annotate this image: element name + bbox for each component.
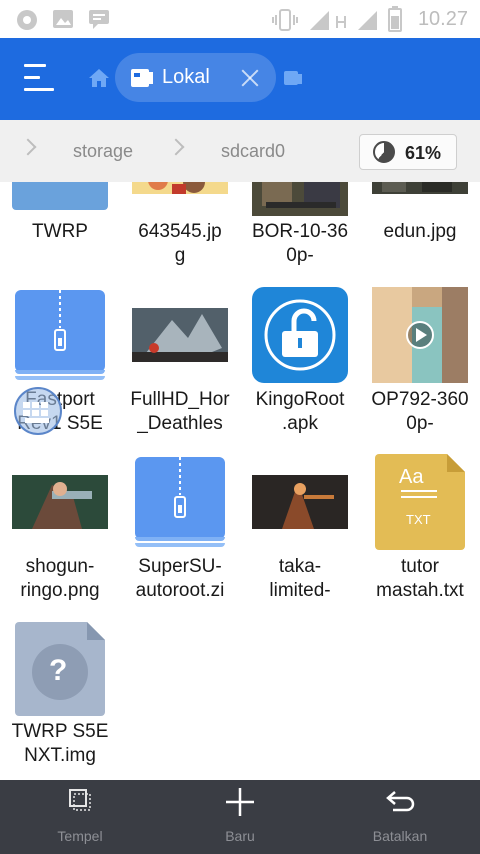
cancel-label: Batalkan	[372, 828, 428, 844]
status-time: 10.27	[417, 8, 468, 30]
unknown-file-icon: ?	[15, 622, 105, 716]
file-name-line: KingoRoot	[255, 389, 345, 410]
file-name-line: taka-	[278, 556, 322, 577]
app-bar: Lokal	[0, 38, 480, 120]
kingoroot-app-icon	[252, 287, 348, 383]
file-grid: TWRP 643545.jp g BOR-10-36 0p- edun.jpg …	[0, 182, 480, 780]
tab-label: Lokal	[162, 66, 210, 88]
undo-icon	[386, 791, 415, 812]
file-name-line: limited-	[269, 580, 331, 601]
file-item-op792[interactable]: OP792-360 0p-	[360, 287, 480, 440]
image-thumbnail	[252, 475, 348, 529]
txt-icon-label: TXT	[406, 512, 431, 527]
file-name-line: FullHD_Hor	[130, 389, 230, 410]
file-item-edun[interactable]: edun.jpg	[360, 182, 480, 252]
vibrate-icon	[272, 9, 298, 31]
tab-lokal[interactable]: Lokal	[115, 53, 276, 102]
pie-chart-icon	[373, 141, 395, 163]
file-item-twrp-img[interactable]: ? TWRP S5E NXT.img	[0, 622, 120, 772]
file-name-line: ringo.png	[20, 580, 100, 601]
file-item-fastport[interactable]: Fastport Rev1 S5E	[0, 290, 120, 440]
breadcrumb: storage sdcard0 61%	[0, 120, 480, 182]
chevron-right-icon	[167, 138, 185, 156]
zip-file-icon	[135, 457, 225, 547]
close-icon[interactable]	[239, 67, 261, 89]
paste-icon	[69, 789, 91, 811]
file-name: edun.jpg	[383, 221, 457, 242]
file-item-kingoroot[interactable]: KingoRoot .apk	[240, 287, 360, 440]
breadcrumb-item-storage[interactable]: storage	[73, 141, 133, 162]
file-item-twrp-folder[interactable]: TWRP	[0, 182, 120, 252]
file-name-line: autoroot.zi	[135, 580, 225, 601]
zip-file-icon	[15, 290, 105, 380]
file-name-line: 0p-	[286, 245, 314, 266]
image-thumbnail	[132, 308, 228, 362]
plus-icon	[226, 788, 254, 816]
chat-icon	[89, 10, 109, 29]
status-bar: 10.27	[0, 0, 480, 38]
image-thumbnail	[372, 182, 468, 194]
hamburger-menu-icon[interactable]	[24, 64, 54, 92]
battery-icon	[388, 6, 402, 32]
file-name-line: BOR-10-36	[251, 221, 349, 242]
image-thumbnail	[132, 182, 228, 194]
cancel-button[interactable]: Batalkan	[320, 780, 480, 854]
paste-label: Tempel	[57, 828, 103, 844]
file-item-supersu[interactable]: SuperSU- autoroot.zi	[120, 457, 240, 607]
tab-icon[interactable]	[284, 71, 302, 87]
file-name: TWRP	[32, 221, 88, 242]
file-item-bor[interactable]: BOR-10-36 0p-	[240, 182, 360, 272]
file-name-line: .apk	[282, 413, 318, 434]
breadcrumb-item-sdcard0[interactable]: sdcard0	[221, 141, 285, 162]
home-icon[interactable]	[89, 69, 109, 87]
file-name-line: mastah.txt	[376, 580, 464, 601]
file-name-line: SuperSU-	[138, 556, 222, 577]
file-item-taka[interactable]: taka- limited-	[240, 457, 360, 607]
file-name-line: g	[174, 245, 186, 266]
paste-button[interactable]: Tempel	[0, 780, 160, 854]
video-thumbnail	[252, 182, 348, 216]
keyboard-overlay-icon	[14, 387, 62, 435]
file-name-line: NXT.img	[24, 745, 96, 766]
file-name-line: shogun-	[25, 556, 95, 577]
image-icon	[53, 10, 73, 28]
folder-icon	[12, 182, 108, 210]
bottom-action-bar: Tempel Baru Batalkan	[0, 780, 480, 854]
new-label: Baru	[225, 828, 255, 844]
file-name-line: _Deathles	[137, 413, 223, 434]
file-name-line: 0p-	[406, 413, 434, 434]
file-item-tutor[interactable]: Aa TXT tutor mastah.txt	[360, 454, 480, 607]
file-name-line: tutor	[400, 556, 440, 577]
new-button[interactable]: Baru	[160, 780, 320, 854]
file-name-line: TWRP S5E	[11, 721, 109, 742]
signal-2-icon	[358, 11, 377, 30]
file-item-fullhd[interactable]: FullHD_Hor _Deathles	[120, 290, 240, 440]
txt-icon-glyph: Aa	[399, 466, 424, 488]
storage-icon	[131, 69, 153, 87]
storage-usage-badge[interactable]: 61%	[359, 134, 457, 170]
chevron-right-icon	[19, 138, 37, 156]
signal-icon	[310, 11, 329, 30]
file-item-643545[interactable]: 643545.jp g	[120, 182, 240, 272]
txt-file-icon: Aa TXT	[375, 454, 465, 550]
file-item-shogun[interactable]: shogun- ringo.png	[0, 457, 120, 607]
file-name-line: 643545.jp	[138, 221, 222, 242]
storage-usage-percent: 61%	[405, 143, 442, 163]
signal-h-icon	[336, 16, 346, 28]
video-thumbnail	[372, 287, 468, 383]
record-icon	[17, 10, 37, 30]
image-thumbnail	[12, 475, 108, 529]
file-name-line: OP792-360	[371, 389, 469, 410]
question-mark-glyph: ?	[49, 654, 68, 687]
